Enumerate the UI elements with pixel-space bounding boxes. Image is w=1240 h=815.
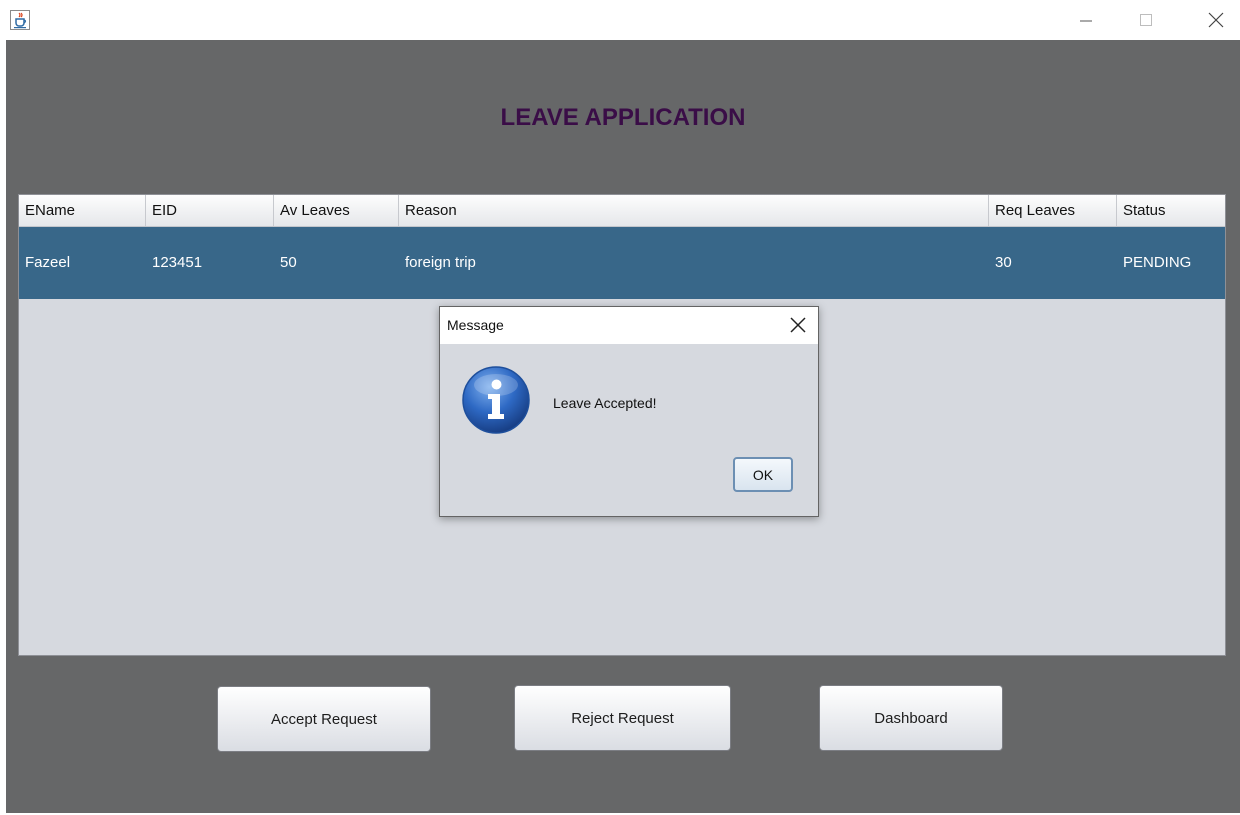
close-icon: [1208, 12, 1224, 28]
dialog-close-icon[interactable]: [788, 315, 808, 335]
window-titlebar: [0, 0, 1240, 40]
column-header-reason[interactable]: Reason: [399, 195, 989, 226]
dialog-message: Leave Accepted!: [553, 395, 657, 411]
cell-status: PENDING: [1123, 254, 1192, 271]
cell-ename: Fazeel: [25, 254, 71, 271]
ok-button[interactable]: OK: [733, 457, 793, 492]
reject-request-button[interactable]: Reject Request: [514, 685, 731, 751]
maximize-button[interactable]: [1126, 0, 1166, 40]
minimize-button[interactable]: [1066, 0, 1106, 40]
column-header-av-leaves[interactable]: Av Leaves: [274, 195, 399, 226]
cell-eid: 123451: [152, 254, 203, 271]
dashboard-button[interactable]: Dashboard: [819, 685, 1003, 751]
cell-reason: foreign trip: [405, 254, 476, 271]
column-header-ename[interactable]: EName: [19, 195, 146, 226]
dialog-titlebar: Message: [440, 307, 818, 344]
table-row[interactable]: Fazeel 123451 50 foreign trip 30 PENDING: [19, 227, 1225, 299]
information-icon: [462, 366, 530, 434]
page-title: LEAVE APPLICATION: [500, 104, 746, 131]
minimize-icon: [1080, 20, 1092, 22]
accept-request-button[interactable]: Accept Request: [217, 686, 431, 752]
column-header-req-leaves[interactable]: Req Leaves: [989, 195, 1117, 226]
cell-req-leaves: 30: [995, 254, 1012, 271]
column-header-status[interactable]: Status: [1117, 195, 1225, 226]
dialog-title: Message: [447, 317, 504, 333]
maximize-icon: [1140, 14, 1152, 26]
message-dialog: Message Leave Accepted! OK: [439, 306, 819, 517]
java-cup-icon: [10, 10, 30, 30]
cell-av-leaves: 50: [280, 254, 297, 271]
window-close-button[interactable]: [1196, 0, 1236, 40]
table-header: EName EID Av Leaves Reason Req Leaves St…: [19, 195, 1225, 227]
column-header-eid[interactable]: EID: [146, 195, 274, 226]
